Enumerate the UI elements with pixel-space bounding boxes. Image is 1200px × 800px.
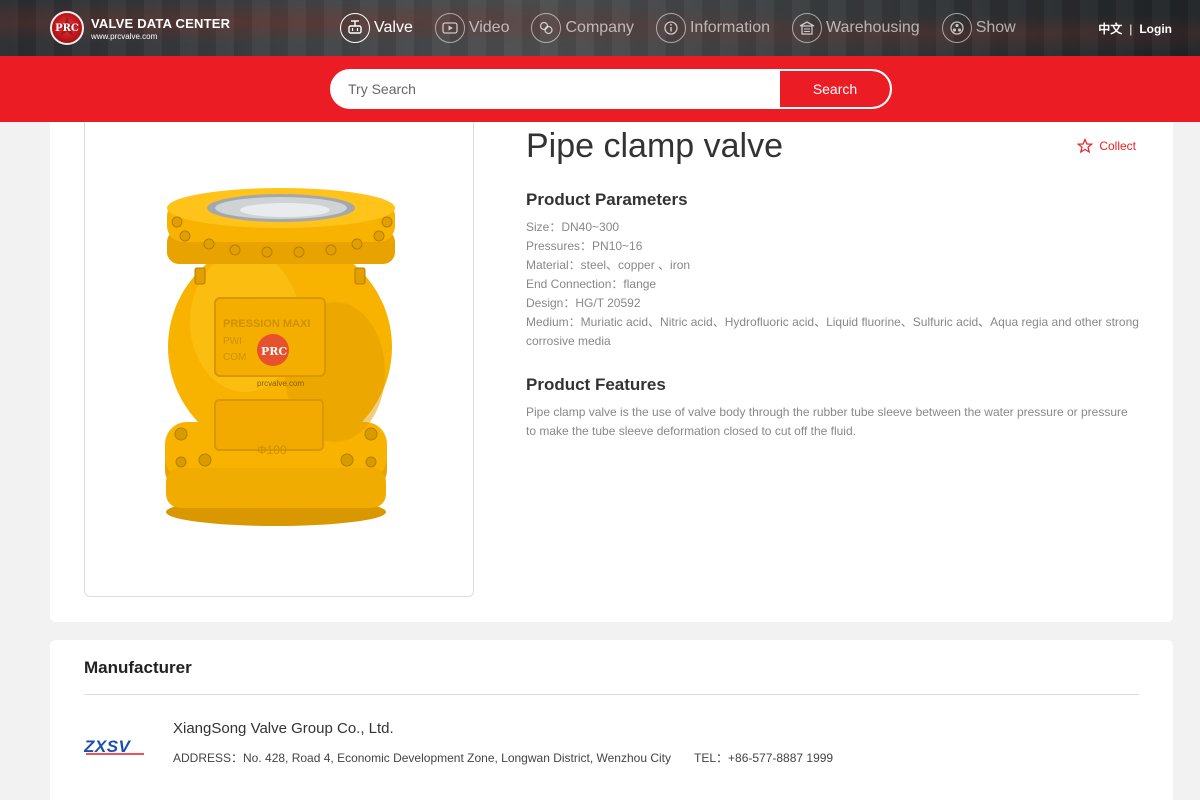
nav-label-show: Show [975, 19, 1016, 36]
language-switch[interactable]: 中文 [1098, 20, 1122, 37]
warehouse-icon [792, 13, 823, 43]
nav-label-company: Company [565, 19, 634, 36]
product-title: Pipe clamp valve [526, 127, 784, 165]
valve-icon [340, 13, 370, 43]
search-input[interactable] [332, 71, 780, 107]
nav-item-video[interactable]: Video [434, 12, 510, 44]
search-band: Search [0, 56, 1200, 122]
params-heading: Product Parameters [526, 190, 688, 209]
param-medium: Medium：Muriatic acid、Nitric acid、Hydrofl… [526, 315, 1139, 348]
show-icon [941, 13, 972, 43]
site-url: www.prcvalve.com [91, 31, 158, 41]
features-text: Pipe clamp valve is the use of valve bod… [526, 405, 1128, 438]
top-navbar: PRC VALVE DATA CENTER www.prcvalve.com V… [0, 0, 1200, 56]
information-icon [655, 13, 686, 43]
manufacturer-logo[interactable]: ZXSV [84, 736, 150, 756]
star-outline-icon [1077, 138, 1094, 154]
nav-item-company[interactable]: Company [531, 12, 634, 44]
nav-item-warehousing[interactable]: Warehousing [792, 12, 920, 44]
pipe-clamp-valve-image: PRESSION MAXI PWI COM Φ100 PRC prcvalve.… [165, 188, 395, 526]
prc-logo-mark: PRC [50, 11, 84, 45]
manufacturer-tel: TEL：+86-577-8887 1999 [694, 751, 834, 765]
video-icon [434, 13, 465, 43]
login-link[interactable]: Login [1139, 22, 1172, 36]
watermark-url: prcvalve.com [257, 379, 304, 388]
manufacturer-divider [84, 694, 1139, 695]
nav-label-warehousing: Warehousing [826, 19, 920, 36]
param-end-connection: End Connection：flange [526, 277, 657, 291]
nav-label-information: Information [689, 19, 771, 36]
site-logo[interactable]: PRC VALVE DATA CENTER www.prcvalve.com [50, 10, 230, 46]
logo-mark-text: PRC [55, 22, 79, 34]
nav-label-video: Video [468, 19, 510, 36]
product-card: PRESSION MAXI PWI COM Φ100 PRC prcvalve.… [50, 122, 1173, 622]
site-title: VALVE DATA CENTER [91, 15, 231, 31]
size-marking: Φ100 [257, 443, 287, 457]
watermark-text: PRC [261, 345, 287, 358]
param-design: Design：HG/T 20592 [526, 296, 641, 310]
nav-label-valve: Valve [374, 19, 413, 36]
account-links: 中文 | Login [1098, 20, 1172, 37]
collect-label: Collect [1099, 139, 1136, 153]
plate-text-1: PRESSION MAXI [223, 318, 310, 330]
manufacturer-logo-text: ZXSV [84, 737, 132, 756]
search-button[interactable]: Search [780, 71, 890, 107]
param-pressures: Pressures：PN10~16 [526, 239, 643, 253]
manufacturer-address: ADDRESS：No. 428, Road 4, Economic Develo… [173, 751, 672, 765]
nav-item-valve[interactable]: Valve [340, 12, 413, 44]
product-info: Pipe clamp valve Collect Product Paramet… [526, 122, 1146, 441]
manufacturer-name[interactable]: XiangSong Valve Group Co., Ltd. [173, 720, 394, 737]
nav-item-information[interactable]: Information [655, 12, 771, 44]
param-material: Material：steel、copper 、iron [526, 258, 691, 272]
manufacturer-card: Manufacturer ZXSV XiangSong Valve Group … [50, 640, 1173, 800]
param-size: Size：DN40~300 [526, 220, 620, 234]
params-list: Size：DN40~300 Pressures：PN10~16 Material… [526, 218, 1146, 351]
product-image-frame: PRESSION MAXI PWI COM Φ100 PRC prcvalve.… [84, 122, 474, 597]
collect-button[interactable]: Collect [1077, 138, 1136, 154]
company-icon [531, 13, 562, 43]
main-nav: Valve Video Company Information Warehous… [340, 12, 1038, 44]
features-heading: Product Features [526, 375, 666, 394]
manufacturer-heading: Manufacturer [84, 658, 192, 677]
plate-text-3: COM [223, 352, 246, 363]
plate-text-2: PWI [223, 336, 242, 347]
link-separator: | [1129, 21, 1133, 36]
search-box: Search [330, 69, 892, 109]
nav-item-show[interactable]: Show [941, 12, 1016, 44]
